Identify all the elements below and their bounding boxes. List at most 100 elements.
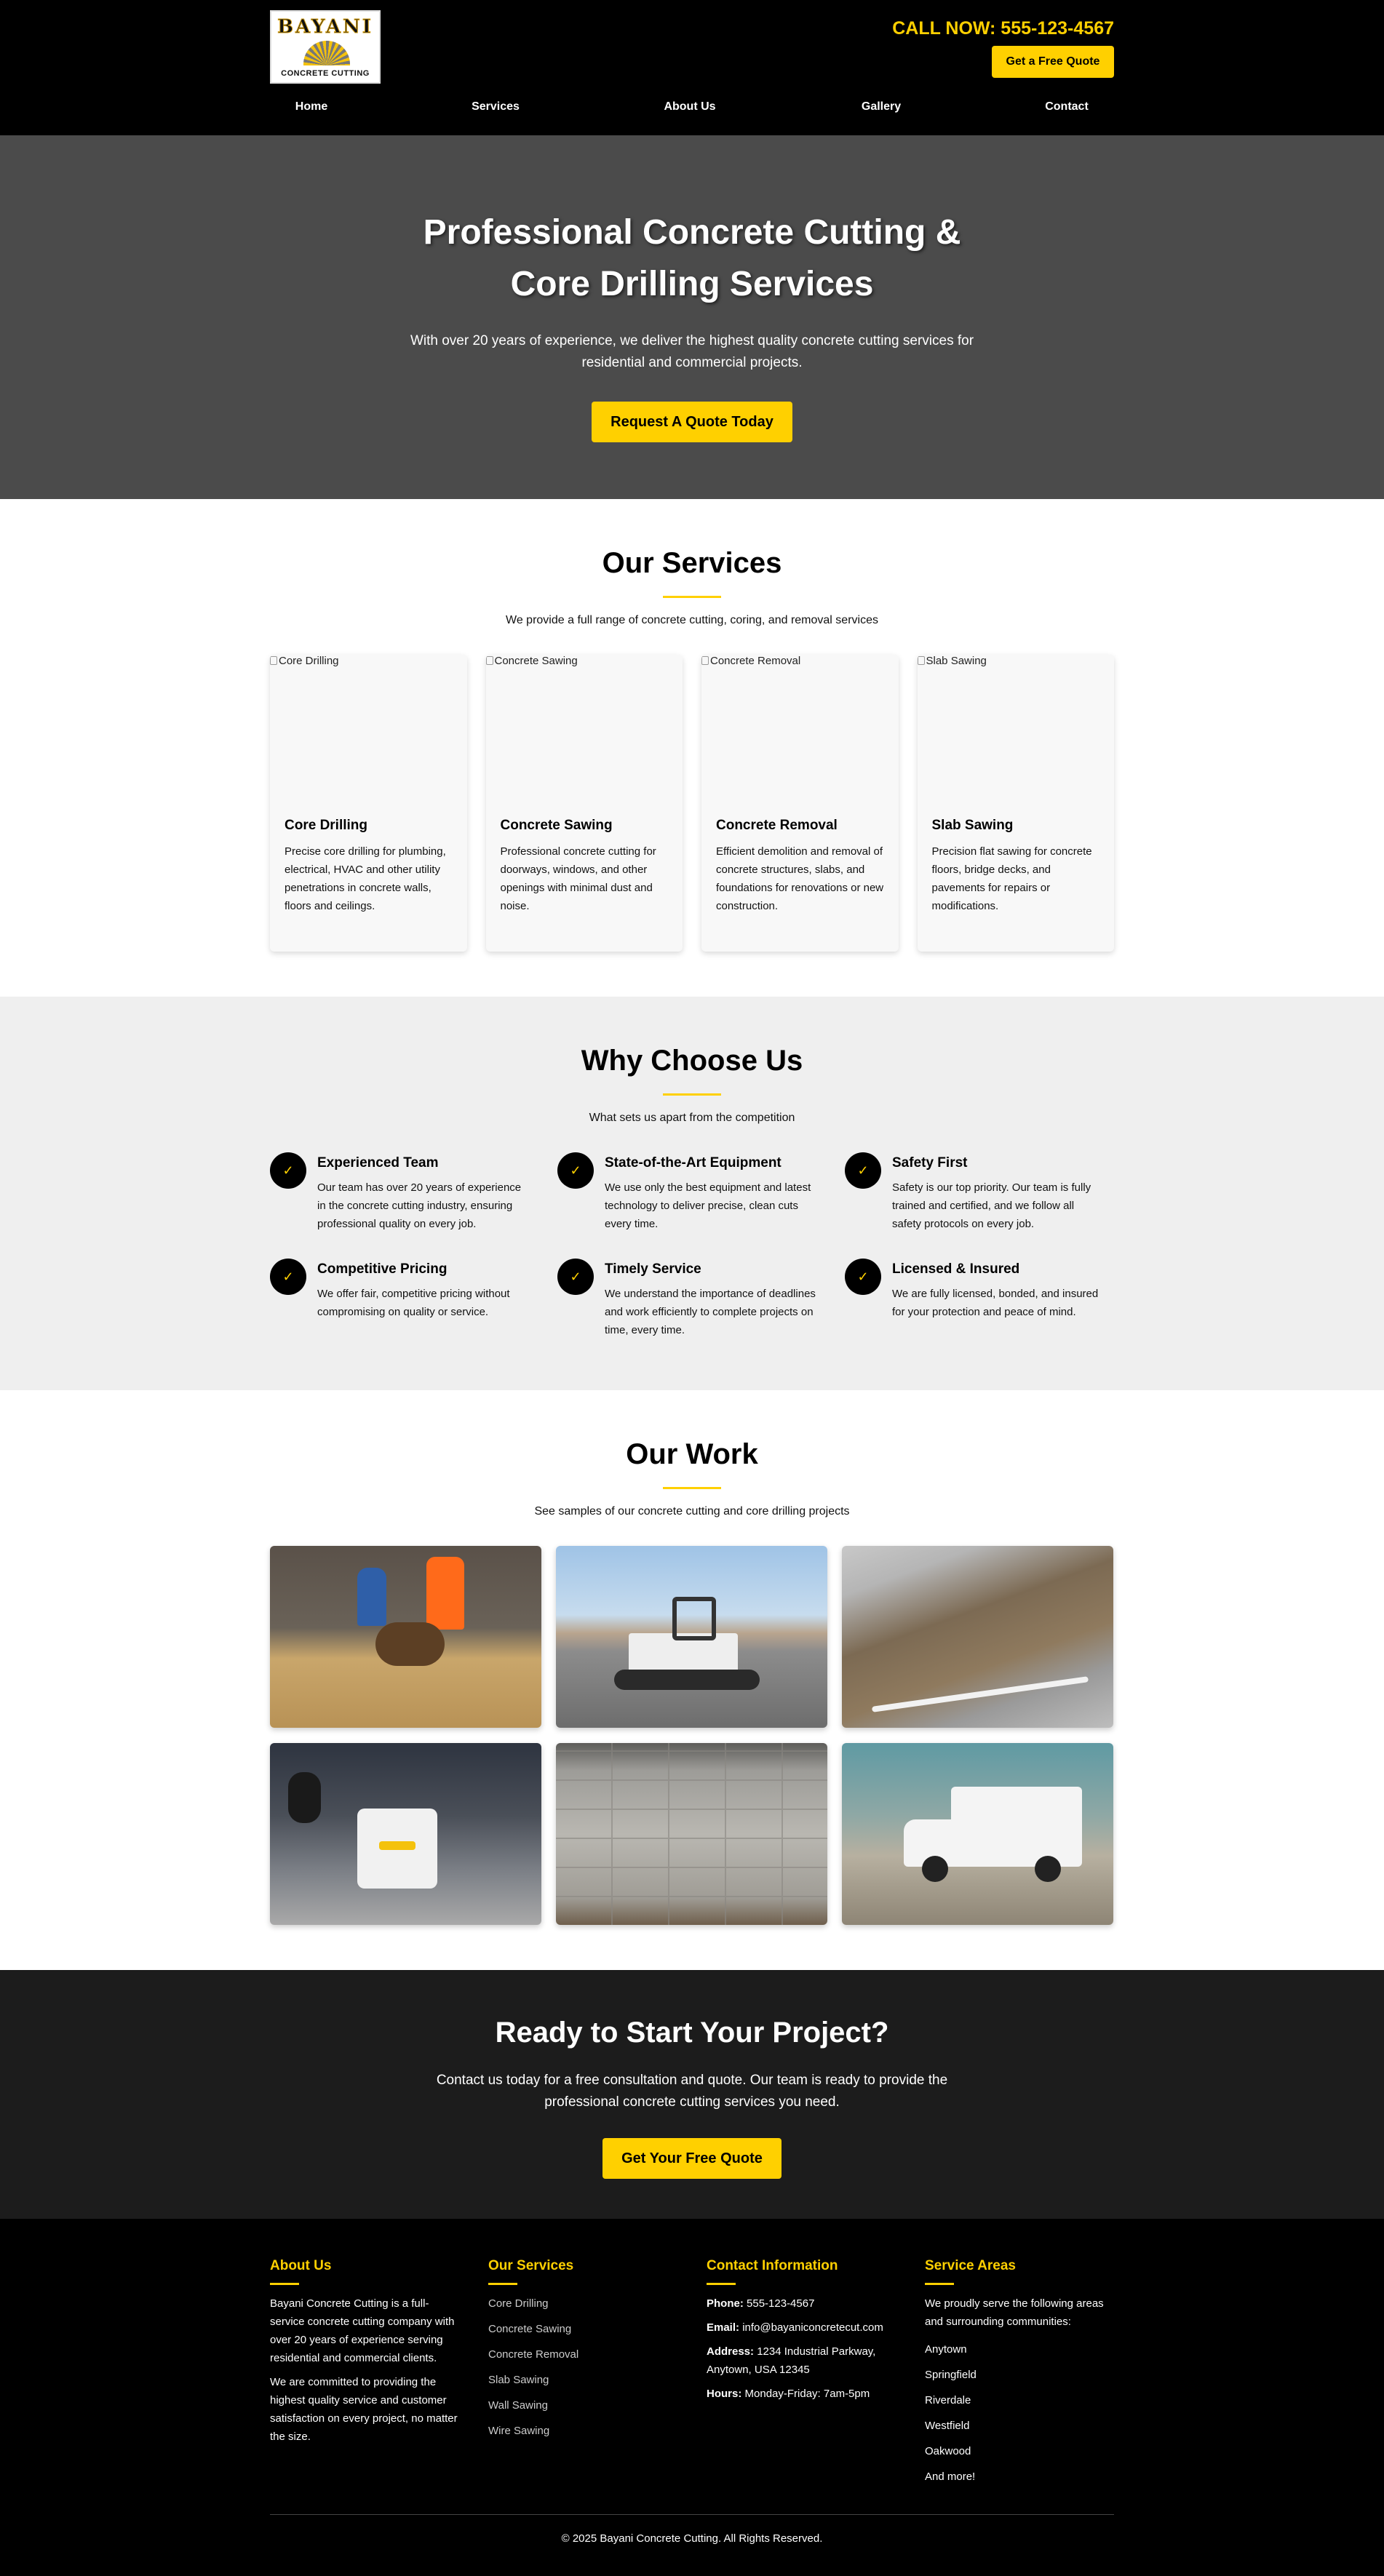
checkmark-icon: ✓: [557, 1259, 594, 1295]
service-card-title: Concrete Sawing: [500, 818, 613, 833]
hero-text: With over 20 years of experience, we del…: [410, 333, 974, 370]
service-card-core-drilling: Core Drilling Core Drilling Precise core…: [270, 655, 467, 952]
feature-experienced-team: ✓ Experienced Team Our team has over 20 …: [270, 1152, 528, 1233]
checkmark-icon: ✓: [270, 1259, 306, 1295]
gallery-photo-concrete-saw[interactable]: [270, 1743, 541, 1925]
broken-image-icon: [270, 656, 277, 665]
service-area-item: Westfield: [925, 2420, 970, 2432]
footer-heading: Our Services: [488, 2258, 574, 2273]
footer-heading: Service Areas: [925, 2258, 1017, 2273]
feature-title: Competitive Pricing: [317, 1261, 448, 1277]
cta-section: Ready to Start Your Project? Contact us …: [0, 1970, 1384, 2219]
footer-hours: Hours: Monday-Friday: 7am-5pm: [707, 2388, 870, 2400]
feature-text: Safety is our top priority. Our team is …: [892, 1181, 1091, 1230]
checkmark-icon: ✓: [557, 1152, 594, 1189]
gallery-photo-slab-removal[interactable]: [842, 1546, 1113, 1728]
heading-underline: [707, 2283, 736, 2285]
footer-heading: About Us: [270, 2258, 332, 2273]
cta-title: Ready to Start Your Project?: [495, 2017, 889, 2049]
service-area-item: Anytown: [925, 2343, 967, 2356]
gallery-photo-company-truck[interactable]: [842, 1743, 1113, 1925]
broken-image: Core Drilling: [270, 655, 339, 667]
service-area-item: Riverdale: [925, 2394, 971, 2406]
checkmark-icon: ✓: [270, 1152, 306, 1189]
feature-title: Timely Service: [605, 1261, 701, 1277]
heading-underline: [925, 2283, 954, 2285]
service-card-text: Precision flat sawing for concrete floor…: [931, 845, 1092, 912]
nav-contact[interactable]: Contact: [1045, 100, 1089, 113]
feature-timely-service: ✓ Timely Service We understand the impor…: [557, 1259, 816, 1339]
footer-service-link[interactable]: Concrete Sawing: [488, 2320, 677, 2338]
footer-service-link[interactable]: Core Drilling: [488, 2294, 677, 2313]
feature-safety-first: ✓ Safety First Safety is our top priorit…: [845, 1152, 1103, 1233]
broken-image-icon: [701, 656, 709, 665]
footer-email: Email: info@bayaniconcretecut.com: [707, 2321, 883, 2334]
nav-home[interactable]: Home: [295, 100, 327, 113]
service-card-concrete-removal: Concrete Removal Concrete Removal Effici…: [701, 655, 899, 952]
services-title: Our Services: [602, 547, 782, 579]
project-gallery: [270, 1546, 1114, 1925]
broken-image-icon: [917, 656, 925, 665]
site-footer: About Us Bayani Concrete Cutting is a fu…: [0, 2219, 1384, 2576]
logo-sun-icon: [303, 41, 350, 65]
service-area-item: Oakwood: [925, 2445, 971, 2457]
footer-service-link[interactable]: Wire Sawing: [488, 2422, 677, 2440]
service-card-title: Concrete Removal: [716, 818, 838, 833]
footer-service-link[interactable]: Concrete Removal: [488, 2345, 677, 2364]
why-subtitle: What sets us apart from the competition: [589, 1112, 795, 1124]
service-card-slab-sawing: Slab Sawing Slab Sawing Precision flat s…: [917, 655, 1114, 952]
gallery-photo-crew-excavation[interactable]: [270, 1546, 541, 1728]
our-work-section: Our Work See samples of our concrete cut…: [0, 1390, 1384, 1970]
title-underline: [663, 1093, 721, 1096]
footer-service-link[interactable]: Wall Sawing: [488, 2396, 677, 2414]
footer-areas-intro: We proudly serve the following areas and…: [925, 2297, 1104, 2328]
feature-title: Experienced Team: [317, 1155, 439, 1171]
copyright: © 2025 Bayani Concrete Cutting. All Righ…: [561, 2532, 823, 2545]
main-nav: Home Services About Us Gallery Contact: [270, 100, 1114, 113]
feature-text: We offer fair, competitive pricing witho…: [317, 1288, 510, 1318]
why-title: Why Choose Us: [581, 1045, 803, 1077]
broken-image: Slab Sawing: [917, 655, 987, 667]
nav-gallery[interactable]: Gallery: [862, 100, 901, 113]
service-card-title: Core Drilling: [285, 818, 368, 833]
broken-image-icon: [485, 656, 493, 665]
service-card-text: Efficient demolition and removal of conc…: [716, 845, 884, 912]
service-card-title: Slab Sawing: [931, 818, 1014, 833]
request-quote-button[interactable]: Request A Quote Today: [592, 402, 792, 442]
service-area-item: Springfield: [925, 2369, 977, 2381]
checkmark-icon: ✓: [845, 1152, 881, 1189]
service-area-item: And more!: [925, 2471, 976, 2483]
title-underline: [663, 1487, 721, 1489]
footer-service-link[interactable]: Slab Sawing: [488, 2371, 677, 2389]
hero-section: Professional Concrete Cutting & Core Dri…: [0, 135, 1384, 499]
feature-title: Safety First: [892, 1155, 968, 1171]
service-card-concrete-sawing: Concrete Sawing Concrete Sawing Professi…: [485, 655, 683, 952]
get-free-quote-button[interactable]: Get Your Free Quote: [602, 2138, 782, 2179]
feature-title: State-of-the-Art Equipment: [605, 1155, 782, 1171]
why-choose-us-section: Why Choose Us What sets us apart from th…: [0, 997, 1384, 1390]
broken-image: Concrete Sawing: [485, 655, 578, 667]
gallery-photo-mini-excavator[interactable]: [556, 1546, 827, 1728]
feature-text: We use only the best equipment and lates…: [605, 1181, 811, 1230]
footer-about-text: Bayani Concrete Cutting is a full-servic…: [270, 2297, 455, 2364]
nav-services[interactable]: Services: [472, 100, 520, 113]
footer-services: Our Services Core Drilling Concrete Sawi…: [488, 2258, 677, 2447]
title-underline: [663, 596, 721, 598]
company-logo[interactable]: BAYANI CONCRETE CUTTING: [270, 10, 381, 84]
feature-licensed-insured: ✓ Licensed & Insured We are fully licens…: [845, 1259, 1103, 1321]
gallery-photo-block-wall-coring[interactable]: [556, 1743, 827, 1925]
free-quote-button[interactable]: Get a Free Quote: [992, 46, 1114, 78]
logo-subtitle: CONCRETE CUTTING: [281, 69, 370, 78]
footer-contact: Contact Information Phone: 555-123-4567 …: [707, 2258, 896, 2403]
heading-underline: [270, 2283, 299, 2285]
nav-about-us[interactable]: About Us: [664, 100, 715, 113]
service-card-text: Professional concrete cutting for doorwa…: [500, 845, 656, 912]
call-now-phone[interactable]: CALL NOW: 555-123-4567: [892, 18, 1114, 39]
feature-title: Licensed & Insured: [892, 1261, 1020, 1277]
feature-text: We understand the importance of deadline…: [605, 1288, 816, 1336]
logo-name: BAYANI: [277, 16, 373, 39]
cta-text: Contact us today for a free consultation…: [436, 2073, 948, 2110]
site-header: BAYANI CONCRETE CUTTING CALL NOW: 555-12…: [0, 0, 1384, 135]
work-subtitle: See samples of our concrete cutting and …: [534, 1505, 850, 1518]
feature-equipment: ✓ State-of-the-Art Equipment We use only…: [557, 1152, 816, 1233]
